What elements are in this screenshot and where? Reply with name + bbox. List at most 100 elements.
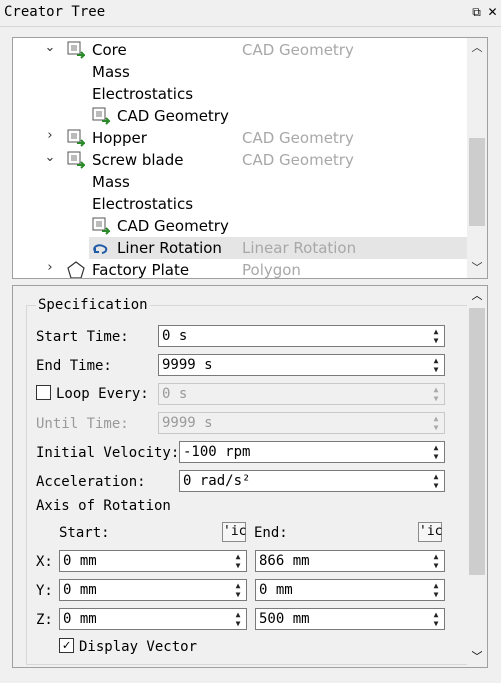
spin-arrows[interactable]: ▲ ▼ [430, 552, 442, 570]
tree-item-cad-geometry[interactable]: CAD Geometry [13, 105, 468, 127]
spin-down-icon[interactable]: ▼ [430, 561, 442, 570]
tree-item-label: Electrostatics [92, 195, 194, 213]
end-y-spinbox[interactable]: 0 mm ▲ ▼ [255, 579, 445, 601]
tree-item-label: CAD Geometry [117, 107, 229, 125]
spin-up-icon[interactable]: ▲ [430, 443, 442, 452]
tree-item-core[interactable]: ⌄ Core CAD Geometry [13, 39, 468, 61]
display-vector-label: Display Vector [79, 639, 198, 655]
start-x-value: 0 mm [63, 553, 97, 569]
spin-up-icon[interactable]: ▲ [430, 327, 442, 336]
end-x-spinbox[interactable]: 866 mm ▲ ▼ [255, 550, 445, 572]
spin-arrows[interactable]: ▲ ▼ [430, 472, 442, 490]
spin-up-icon: ▲ [433, 414, 439, 423]
cad-geometry-icon [92, 107, 110, 125]
tree-item-liner-rotation[interactable]: Liner Rotation Linear Rotation [13, 237, 468, 259]
x-label: X: [36, 554, 53, 570]
until-time-label: Until Time: [36, 416, 129, 432]
tree-item-hopper[interactable]: › Hopper CAD Geometry [13, 127, 468, 149]
spin-up-icon[interactable]: ▲ [232, 610, 244, 619]
spin-arrows[interactable]: ▲ ▼ [232, 610, 244, 628]
start-time-value: 0 s [162, 328, 188, 344]
spin-up-icon[interactable]: ▲ [232, 581, 244, 590]
axis-of-rotation-label: Axis of Rotation [36, 498, 171, 514]
start-z-spinbox[interactable]: 0 mm ▲ ▼ [59, 608, 247, 630]
tree-item-label: Factory Plate [92, 261, 190, 279]
float-icon[interactable]: ⧉ [470, 6, 483, 19]
pick-end-button[interactable]: 'ic [418, 522, 442, 542]
spin-down-icon[interactable]: ▼ [430, 365, 442, 374]
rotation-icon [93, 244, 108, 254]
spin-up-icon: ▲ [433, 385, 439, 394]
start-y-value: 0 mm [63, 582, 97, 598]
spin-arrows[interactable]: ▲ ▼ [430, 610, 442, 628]
scroll-down-icon[interactable]: ﹀ [467, 258, 487, 278]
tree-item-label: Mass [92, 63, 130, 81]
tree-item-screw-blade[interactable]: ⌄ Screw blade CAD Geometry [13, 149, 468, 171]
spin-up-icon[interactable]: ▲ [430, 610, 442, 619]
spin-up-icon[interactable]: ▲ [232, 552, 244, 561]
display-vector-checkbox[interactable]: ✓ [59, 638, 74, 653]
acceleration-label: Acceleration: [36, 474, 146, 490]
spin-down-icon[interactable]: ▼ [232, 590, 244, 599]
tree-item-cad-geometry[interactable]: CAD Geometry [13, 215, 468, 237]
chevron-right-icon[interactable]: › [43, 128, 57, 143]
spin-arrows[interactable]: ▲ ▼ [430, 581, 442, 599]
end-z-value: 500 mm [259, 611, 310, 627]
spin-arrows[interactable]: ▲ ▼ [232, 552, 244, 570]
spin-up-icon[interactable]: ▲ [430, 356, 442, 365]
start-x-spinbox[interactable]: 0 mm ▲ ▼ [59, 550, 247, 572]
tree-item-mass[interactable]: Mass [13, 171, 468, 193]
spin-arrows[interactable]: ▲ ▼ [430, 356, 442, 374]
tree-item-label: Screw blade [92, 151, 184, 169]
spin-arrows[interactable]: ▲ ▼ [430, 443, 442, 461]
loop-every-checkbox[interactable] [36, 385, 51, 400]
acceleration-spinbox[interactable]: 0 rad/s² ▲ ▼ [179, 470, 445, 492]
initial-velocity-spinbox[interactable]: -100 rpm ▲ ▼ [179, 441, 445, 463]
tree-item-mass[interactable]: Mass [13, 61, 468, 83]
spin-down-icon[interactable]: ▼ [430, 452, 442, 461]
scroll-thumb[interactable] [469, 138, 485, 226]
spin-down-icon[interactable]: ▼ [430, 336, 442, 345]
spin-down-icon: ▼ [433, 423, 439, 432]
spin-arrows[interactable]: ▲ ▼ [232, 581, 244, 599]
properties-scrollbar[interactable]: ︿ ﹀ [467, 286, 487, 667]
axis-end-label: End: [254, 525, 288, 541]
spin-down-icon[interactable]: ▼ [232, 561, 244, 570]
axis-start-label: Start: [59, 525, 110, 541]
spin-down-icon[interactable]: ▼ [430, 481, 442, 490]
cad-geometry-icon [67, 129, 85, 147]
tree-item-factory-plate[interactable]: › Factory Plate Polygon [13, 259, 468, 279]
tree-scrollbar[interactable]: ︿ ﹀ [467, 38, 487, 278]
tree-item-electrostatics[interactable]: Electrostatics [13, 193, 468, 215]
scroll-thumb[interactable] [469, 308, 485, 575]
end-y-value: 0 mm [259, 582, 293, 598]
scroll-up-icon[interactable]: ︿ [467, 286, 487, 306]
close-icon[interactable]: ✕ [486, 6, 499, 19]
until-time-spinbox: 9999 s ▲ ▼ [158, 412, 445, 434]
end-z-spinbox[interactable]: 500 mm ▲ ▼ [255, 608, 445, 630]
scroll-up-icon[interactable]: ︿ [467, 38, 487, 58]
spin-down-icon[interactable]: ▼ [430, 619, 442, 628]
spin-down-icon[interactable]: ▼ [232, 619, 244, 628]
spin-up-icon[interactable]: ▲ [430, 581, 442, 590]
start-y-spinbox[interactable]: 0 mm ▲ ▼ [59, 579, 247, 601]
tree-item-electrostatics[interactable]: Electrostatics [13, 83, 468, 105]
spin-down-icon[interactable]: ▼ [430, 590, 442, 599]
chevron-down-icon[interactable]: ⌄ [43, 40, 57, 55]
spin-up-icon[interactable]: ▲ [430, 472, 442, 481]
start-time-spinbox[interactable]: 0 s ▲ ▼ [158, 325, 445, 347]
tree-item-label: Hopper [92, 129, 147, 147]
chevron-down-icon[interactable]: ⌄ [43, 150, 57, 165]
pick-start-button[interactable]: 'ic [222, 522, 246, 542]
spin-up-icon[interactable]: ▲ [430, 552, 442, 561]
tree-item-label: Mass [92, 173, 130, 191]
end-time-value: 9999 s [162, 357, 213, 373]
chevron-right-icon[interactable]: › [43, 260, 57, 275]
tree-item-type: Polygon [242, 261, 301, 279]
cad-geometry-icon [92, 217, 110, 235]
scroll-down-icon[interactable]: ﹀ [467, 647, 487, 667]
creator-tree[interactable]: ⌄ Core CAD Geometry Mass Electrostatics … [12, 37, 488, 279]
z-label: Z: [36, 612, 53, 628]
spin-arrows[interactable]: ▲ ▼ [430, 327, 442, 345]
end-time-spinbox[interactable]: 9999 s ▲ ▼ [158, 354, 445, 376]
